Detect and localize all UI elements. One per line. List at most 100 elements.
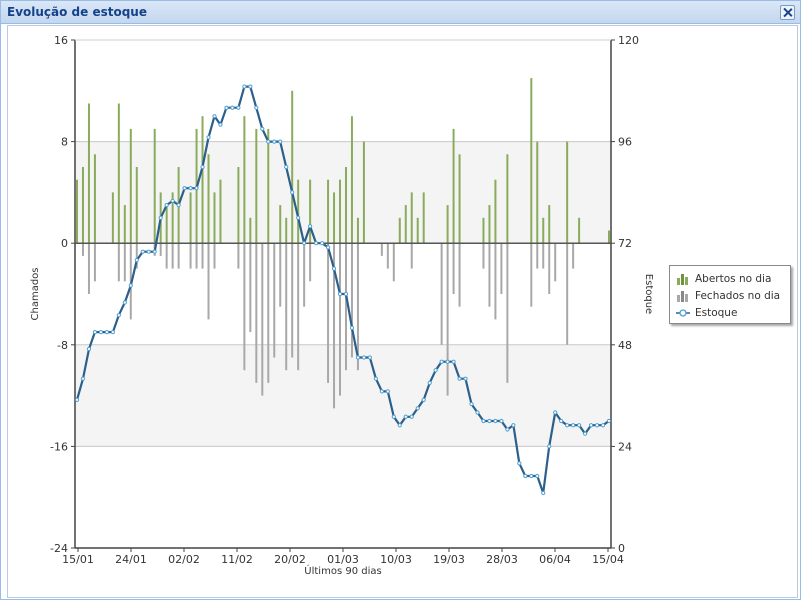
stock-point xyxy=(361,355,367,360)
legend-item-fechados[interactable]: Fechados no dia xyxy=(676,289,780,303)
bar-fechados xyxy=(309,243,312,282)
stock-point xyxy=(182,186,187,191)
bar-fechados xyxy=(506,243,509,383)
x-tick-label: 01/03 xyxy=(327,553,359,566)
bar-abertos xyxy=(488,205,491,244)
stock-point xyxy=(439,359,444,364)
stock-point xyxy=(403,414,408,419)
bar-abertos xyxy=(87,103,90,244)
stock-point xyxy=(571,423,576,428)
stock-point xyxy=(308,224,313,229)
legend-label: Abertos no dia xyxy=(695,273,772,285)
bar-fechados xyxy=(536,243,539,269)
stock-point xyxy=(553,410,558,415)
stock-point xyxy=(218,122,223,127)
bar-fechados xyxy=(350,243,353,358)
bar-fechados xyxy=(273,243,276,358)
y-axis-right-label: Estoque xyxy=(643,274,654,314)
legend-item-abertos[interactable]: Abertos no dia xyxy=(676,272,771,286)
x-tick-label: 10/03 xyxy=(380,553,412,566)
bar-fechados xyxy=(261,243,264,396)
gray-bar-chart-icon xyxy=(676,290,690,302)
bar-abertos xyxy=(285,217,288,244)
bar-abertos xyxy=(117,103,120,244)
x-tick-label: 19/03 xyxy=(433,553,465,566)
bar-abertos xyxy=(494,179,497,244)
stock-point xyxy=(170,198,175,203)
bar-fechados xyxy=(339,243,342,396)
bar-abertos xyxy=(165,205,168,244)
bar-abertos xyxy=(207,154,210,244)
bar-abertos xyxy=(566,141,569,244)
bar-fechados xyxy=(195,243,198,269)
bar-fechados xyxy=(530,243,533,307)
bar-abertos xyxy=(398,217,401,244)
bar-abertos xyxy=(333,192,336,244)
bar-fechados xyxy=(500,243,503,294)
stock-point xyxy=(367,355,372,360)
x-tick-label: 28/03 xyxy=(486,553,518,566)
stock-point xyxy=(212,114,217,119)
stock-point xyxy=(547,444,552,449)
bar-fechados xyxy=(380,243,383,256)
bar-abertos xyxy=(267,128,270,244)
stock-point xyxy=(577,423,582,428)
bar-abertos xyxy=(111,192,114,244)
stock-point xyxy=(600,423,606,428)
bar-abertos xyxy=(536,141,539,244)
bar-fechados xyxy=(207,243,210,320)
bar-abertos xyxy=(237,167,240,244)
stock-point xyxy=(529,473,534,479)
stock-point xyxy=(445,359,450,364)
bar-abertos xyxy=(153,128,156,244)
bar-abertos xyxy=(93,154,96,244)
stock-point xyxy=(74,397,80,402)
bar-abertos xyxy=(129,128,132,244)
bar-fechados xyxy=(452,243,455,294)
x-tick-label: 15/01 xyxy=(62,553,94,566)
stock-point xyxy=(236,105,241,110)
stock-point xyxy=(188,186,193,191)
chart-legend: Abertos no dia Fechados no dia Estoque xyxy=(669,265,791,324)
bar-abertos xyxy=(482,217,485,244)
line-point-icon xyxy=(676,307,690,319)
bar-fechados xyxy=(488,243,491,307)
stock-point xyxy=(582,431,588,436)
stock-point xyxy=(200,164,205,170)
stock-point xyxy=(499,418,504,424)
stock-point xyxy=(134,258,139,263)
stock-point xyxy=(493,418,498,424)
y-tick-label-left: -8 xyxy=(57,339,68,352)
bar-abertos xyxy=(416,217,419,244)
bar-abertos xyxy=(327,179,330,244)
bar-abertos xyxy=(243,116,246,244)
bar-fechados xyxy=(572,243,575,269)
stock-point xyxy=(433,368,438,373)
bar-fechados xyxy=(440,243,443,345)
stock-point xyxy=(284,164,289,170)
bar-abertos xyxy=(201,116,204,244)
stock-point xyxy=(152,249,157,254)
stock-point xyxy=(164,203,169,208)
bar-abertos xyxy=(356,217,359,244)
stock-point xyxy=(319,241,325,246)
bar-fechados xyxy=(566,243,569,345)
y-axis-left-label: Chamados xyxy=(30,268,41,321)
stock-point xyxy=(606,418,612,424)
stock-point xyxy=(302,241,307,246)
bar-abertos xyxy=(578,217,581,244)
bar-fechados xyxy=(237,243,240,269)
stock-point xyxy=(314,241,319,246)
stock-point xyxy=(128,283,133,288)
stock-point xyxy=(86,346,92,352)
stock-point xyxy=(463,376,468,381)
bar-abertos xyxy=(76,179,78,244)
legend-item-estoque[interactable]: Estoque xyxy=(676,306,737,320)
bar-abertos xyxy=(410,192,413,244)
bar-fechados xyxy=(542,243,545,269)
bar-fechados xyxy=(548,243,551,294)
stock-point xyxy=(248,84,253,89)
bar-fechados xyxy=(291,243,294,358)
y-tick-label-right: 48 xyxy=(618,339,632,352)
legend-label: Fechados no dia xyxy=(695,290,781,302)
